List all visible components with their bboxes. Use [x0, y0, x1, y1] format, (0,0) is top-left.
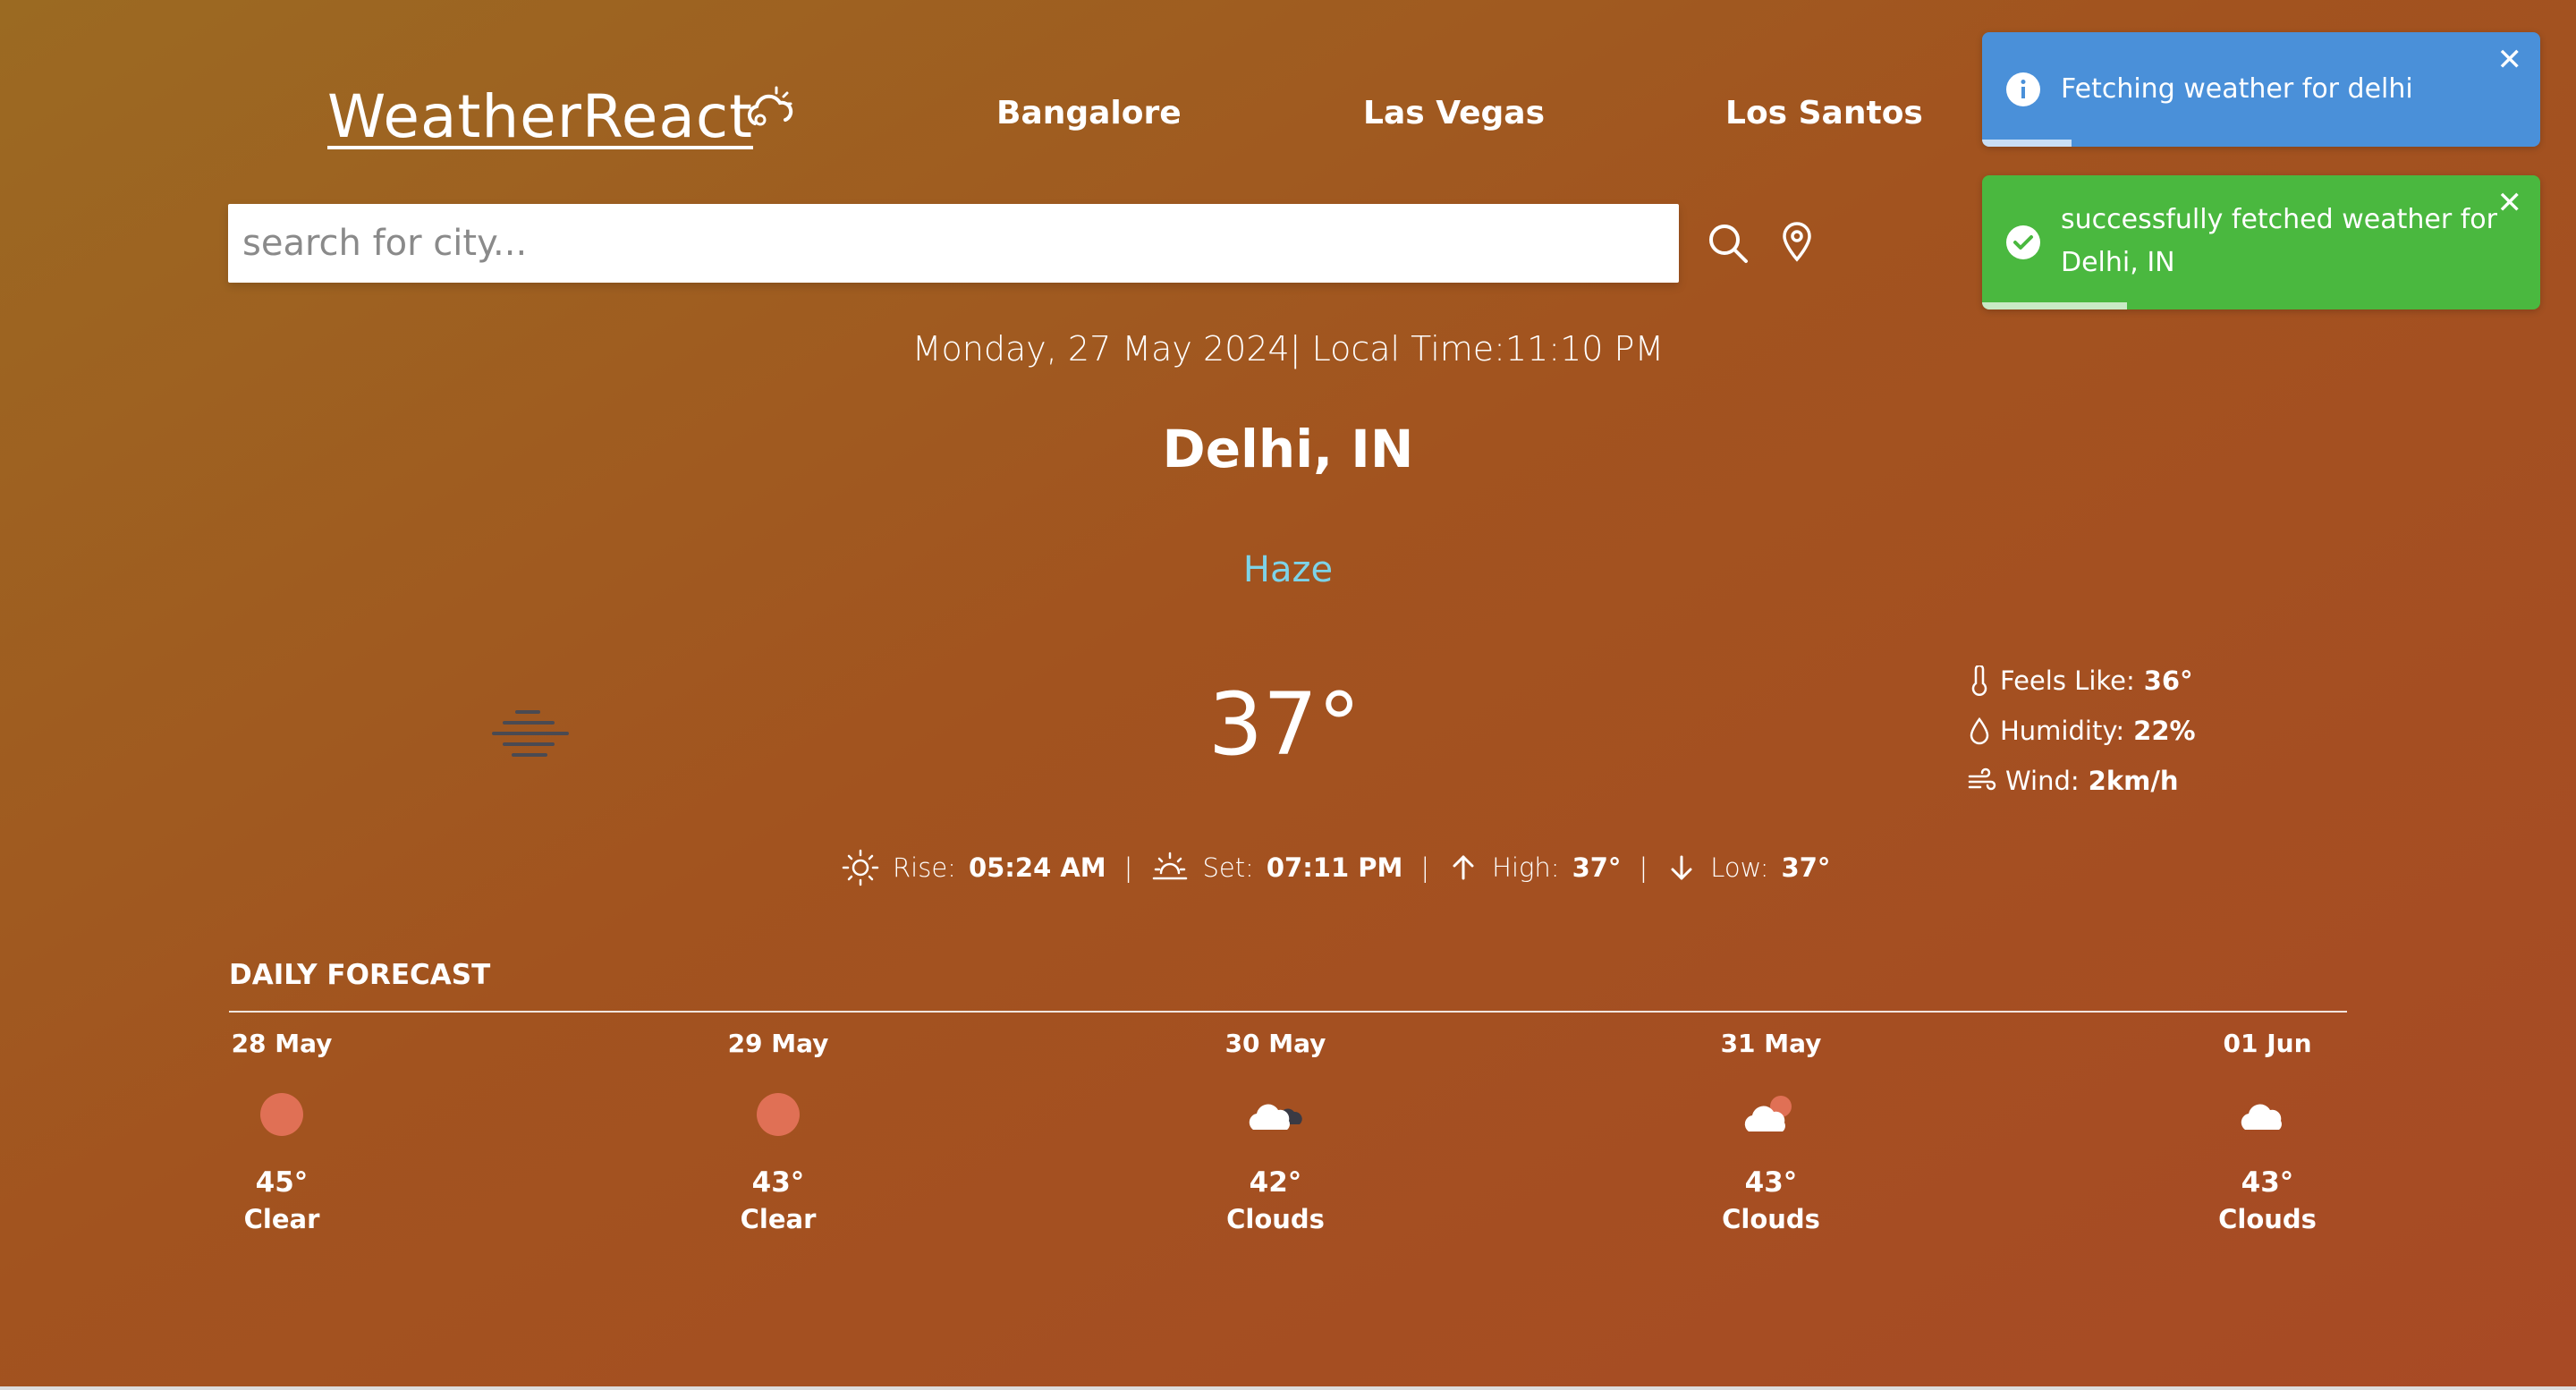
location-pin-icon[interactable]	[1775, 220, 1818, 263]
sun-icon	[260, 1093, 303, 1136]
forecast-day: 30 May 42° Clouds	[1168, 1029, 1383, 1234]
weather-logo-icon	[747, 86, 793, 126]
forecast-temp: 42°	[1249, 1166, 1302, 1199]
high-label: High:	[1492, 852, 1560, 883]
wind-value: 2km/h	[2088, 766, 2179, 796]
nav-los-santos[interactable]: Los Santos	[1725, 95, 1923, 131]
info-toast[interactable]: Fetching weather for delhi ✕	[1982, 32, 2540, 147]
search-icon[interactable]	[1707, 222, 1750, 265]
low-label: Low:	[1710, 852, 1769, 883]
feels-like-value: 36°	[2143, 665, 2193, 696]
city-name: Delhi, IN	[1162, 419, 1414, 479]
forecast-day: 28 May 45° Clear	[174, 1029, 389, 1234]
low-value: 37°	[1781, 852, 1831, 883]
toast-progress-bar	[1982, 302, 2128, 309]
close-icon[interactable]: ✕	[2497, 188, 2523, 218]
forecast-desc: Clouds	[1722, 1204, 1820, 1234]
forecast-desc: Clear	[243, 1204, 320, 1234]
forecast-date: 31 May	[1720, 1029, 1822, 1058]
nav-las-vegas[interactable]: Las Vegas	[1363, 95, 1545, 131]
forecast-date: 01 Jun	[2223, 1029, 2312, 1058]
feels-like-row: Feels Like: 36°	[1968, 665, 2193, 696]
search-input[interactable]	[228, 204, 1679, 283]
humidity-row: Humidity: 22%	[1968, 716, 2196, 746]
forecast-day: 29 May 43° Clear	[671, 1029, 886, 1234]
rise-value: 05:24 AM	[968, 852, 1106, 883]
forecast-day: 31 May 43° Clouds	[1664, 1029, 1878, 1234]
sunset-icon	[1153, 852, 1188, 880]
wind-icon	[1968, 767, 1996, 791]
cloud-icon	[2241, 1104, 2282, 1130]
set-value: 07:11 PM	[1266, 852, 1403, 883]
water-drop-icon	[1970, 716, 1989, 745]
local-datetime: Monday, 27 May 2024| Local Time:11:10 PM	[911, 329, 1665, 369]
forecast-desc: Clouds	[2218, 1204, 2317, 1234]
high-value: 37°	[1572, 852, 1622, 883]
dark-clouds-icon	[1249, 1104, 1302, 1130]
app-logo[interactable]: WeatherReact	[327, 82, 753, 151]
window-bottom-edge	[0, 1386, 2576, 1390]
wind-row: Wind: 2km/h	[1968, 766, 2179, 796]
forecast-date: 30 May	[1224, 1029, 1326, 1058]
toast-message: successfully fetched weather for Delhi, …	[2061, 199, 2497, 284]
thermometer-icon	[1971, 665, 1987, 696]
forecast-desc: Clear	[740, 1204, 817, 1234]
nav-bangalore[interactable]: Bangalore	[996, 95, 1182, 131]
forecast-day: 01 Jun 43° Clouds	[2160, 1029, 2375, 1234]
forecast-temp: 43°	[751, 1166, 805, 1199]
forecast-divider	[229, 1011, 2347, 1013]
info-icon	[2006, 72, 2040, 106]
set-label: Set:	[1202, 852, 1254, 883]
separator: |	[1420, 852, 1430, 883]
humidity-label: Humidity:	[2000, 716, 2125, 746]
rise-label: Rise:	[893, 852, 956, 883]
sun-icon	[757, 1093, 800, 1136]
current-temperature: 37°	[1208, 674, 1361, 775]
haze-icon	[492, 710, 569, 757]
success-toast[interactable]: successfully fetched weather for Delhi, …	[1982, 175, 2540, 309]
separator: |	[1123, 852, 1133, 883]
separator: |	[1639, 852, 1648, 883]
forecast-temp: 43°	[2241, 1166, 2294, 1199]
toast-message: Fetching weather for delhi	[2061, 73, 2413, 105]
weather-condition: Haze	[1242, 549, 1334, 590]
toast-message-line2: Delhi, IN	[2061, 247, 2175, 278]
sun-cloud-icon	[1744, 1096, 1792, 1131]
forecast-desc: Clouds	[1226, 1204, 1325, 1234]
daily-forecast-title: DAILY FORECAST	[229, 959, 491, 991]
forecast-temp: 43°	[1744, 1166, 1798, 1199]
humidity-value: 22%	[2133, 716, 2196, 746]
forecast-date: 28 May	[231, 1029, 333, 1058]
toast-progress-bar	[1982, 140, 2072, 147]
arrow-up-icon	[1453, 855, 1474, 880]
feels-like-label: Feels Like:	[2000, 665, 2135, 696]
toast-message-line1: successfully fetched weather for	[2061, 204, 2497, 235]
forecast-date: 29 May	[727, 1029, 829, 1058]
sunrise-icon	[842, 849, 879, 886]
arrow-down-icon	[1671, 855, 1692, 880]
forecast-temp: 45°	[255, 1166, 309, 1199]
close-icon[interactable]: ✕	[2497, 45, 2523, 75]
wind-label: Wind:	[2005, 766, 2080, 796]
checkmark-icon	[2006, 225, 2040, 259]
sun-stats-row: Rise: 05:24 AM | Set: 07:11 PM | High: 3…	[841, 848, 1830, 887]
